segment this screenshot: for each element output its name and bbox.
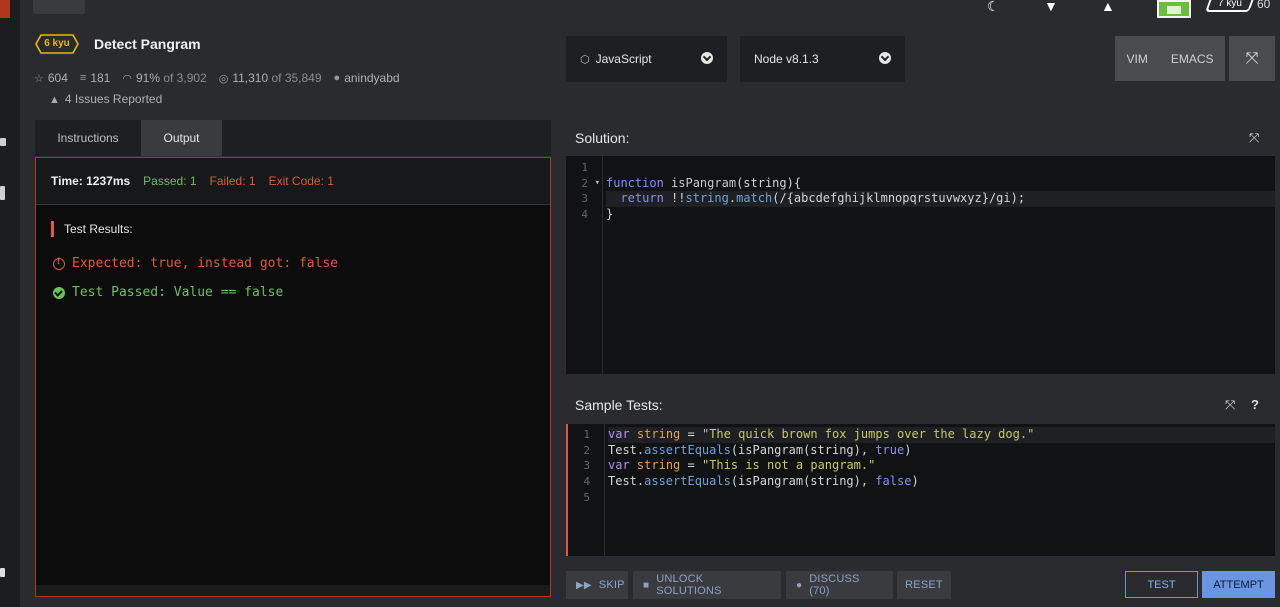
- code-line: return !!string.match(/{abcdefghijklmnop…: [606, 191, 1275, 208]
- code-line: var string = "This is not a pangram.": [608, 458, 876, 473]
- nav-icon[interactable]: [0, 186, 5, 200]
- language-icon: ⬡: [580, 53, 590, 66]
- tab-instructions[interactable]: Instructions: [35, 120, 141, 156]
- issues-link[interactable]: ▲ 4 Issues Reported: [49, 92, 162, 106]
- avatar[interactable]: [1157, 0, 1191, 18]
- failed-count: Failed: 1: [209, 174, 256, 188]
- lock-icon: ■: [643, 579, 650, 591]
- bell-icon[interactable]: ▲: [1101, 0, 1115, 13]
- satisfaction-stat: ◠ 91% of 3,902: [122, 71, 207, 85]
- code-line: Test.assertEquals(isPangram(string), tru…: [608, 442, 912, 457]
- honor-count: 60: [1257, 0, 1271, 11]
- star-icon: ☆: [34, 72, 44, 85]
- runtime-select[interactable]: Node v8.1.3: [740, 36, 905, 82]
- expand-icon: ⤧: [1245, 49, 1259, 67]
- alert-icon: [53, 257, 65, 270]
- run-summary: Time: 1237ms Passed: 1 Failed: 1 Exit Co…: [36, 158, 550, 205]
- moon-icon[interactable]: ☾: [987, 0, 1000, 13]
- code-line: function isPangram(string){: [606, 175, 802, 190]
- top-bar: ☾ ▼ ▲ 7 kyu 60: [20, 0, 1280, 18]
- skip-button[interactable]: ▶▶ SKIP: [566, 571, 628, 599]
- code-line: Test.assertEquals(isPangram(string), fal…: [608, 474, 919, 489]
- exit-code: Exit Code: 1: [268, 174, 334, 188]
- left-rail: [0, 0, 20, 607]
- nav-icon[interactable]: [0, 138, 6, 146]
- stars-stat[interactable]: ☆ 604: [34, 71, 68, 85]
- top-nav-block[interactable]: [33, 0, 85, 14]
- code-line: }: [606, 207, 614, 222]
- test-button[interactable]: TEST: [1125, 571, 1198, 598]
- sample-tests-editor[interactable]: 1 2 3 4 5 var string = "The quick brown …: [566, 424, 1275, 556]
- codewars-logo-icon[interactable]: [0, 0, 10, 18]
- vim-mode-button[interactable]: VIM: [1126, 52, 1147, 66]
- passed-count: Passed: 1: [143, 174, 197, 188]
- line-gutter: 1 2 3 4: [566, 156, 603, 374]
- expand-icon[interactable]: ⤧: [1225, 387, 1235, 423]
- discuss-button[interactable]: ● DISCUSS (70): [786, 571, 893, 599]
- tab-output[interactable]: Output: [141, 120, 222, 156]
- bookmark-icon[interactable]: ▼: [1044, 0, 1058, 13]
- chevron-down-icon: [879, 52, 891, 64]
- fullscreen-button[interactable]: ⤧: [1229, 36, 1275, 81]
- thumbs-icon: ◠: [122, 72, 132, 85]
- emacs-mode-button[interactable]: EMACS: [1171, 52, 1214, 66]
- sample-tests-title: Sample Tests:: [575, 397, 663, 413]
- code-lines: var string = "The quick brown fox jumps …: [608, 427, 1275, 505]
- test-results-heading: Test Results:: [51, 221, 133, 237]
- solution-title: Solution:: [575, 130, 630, 146]
- completed-stat: ◎ 11,310 of 35,849: [218, 71, 322, 85]
- check-circle-icon: [53, 286, 65, 299]
- failed-test-result: Expected: true, instead got: false: [53, 256, 338, 271]
- comments-icon: ●: [796, 579, 803, 591]
- help-icon[interactable]: ?: [1251, 387, 1259, 423]
- expand-icon[interactable]: ⤧: [1249, 120, 1259, 156]
- panel-tabs: Instructions Output: [35, 120, 551, 156]
- nav-icon[interactable]: [0, 568, 5, 577]
- kata-stats: ☆ 604 ≡ 181 ◠ 91% of 3,902 ◎ 11,310 of 35,84…: [34, 71, 412, 85]
- unlock-solutions-button[interactable]: ■ UNLOCK SOLUTIONS: [633, 571, 781, 599]
- code-lines: function isPangram(string){ return !!str…: [606, 160, 1275, 223]
- kata-title: Detect Pangram: [94, 36, 201, 52]
- skip-icon: ▶▶: [576, 579, 592, 591]
- target-icon: ◎: [218, 72, 229, 85]
- chevron-down-icon: [701, 52, 713, 64]
- collections-stat[interactable]: ≡ 181: [80, 71, 110, 85]
- sample-tests-header: Sample Tests: ⤧ ?: [566, 387, 1275, 423]
- language-select[interactable]: ⬡ JavaScript: [566, 36, 727, 82]
- passed-test-result: Test Passed: Value == false: [53, 285, 283, 300]
- user-icon: ●: [333, 72, 341, 84]
- code-line: var string = "The quick brown fox jumps …: [608, 427, 1275, 443]
- output-panel: Time: 1237ms Passed: 1 Failed: 1 Exit Co…: [35, 157, 551, 597]
- warning-icon: ▲: [49, 94, 60, 106]
- attempt-button[interactable]: ATTEMPT: [1202, 571, 1275, 598]
- line-gutter: 1 2 3 4 5: [568, 424, 605, 556]
- output-footer: [36, 585, 550, 596]
- layers-icon: ≡: [79, 72, 87, 84]
- kyu-badge: 6 kyu: [35, 34, 79, 54]
- reset-button[interactable]: RESET: [897, 571, 951, 599]
- solution-header: Solution: ⤧: [566, 120, 1275, 156]
- solution-editor[interactable]: 1 2 3 4 function isPangram(string){ retu…: [566, 156, 1275, 374]
- author-stat[interactable]: ● anindyabd: [334, 71, 400, 85]
- editor-mode-group: VIM EMACS: [1115, 36, 1225, 81]
- user-rank-badge: 7 kyu: [1205, 0, 1255, 12]
- run-time: Time: 1237ms: [51, 174, 131, 188]
